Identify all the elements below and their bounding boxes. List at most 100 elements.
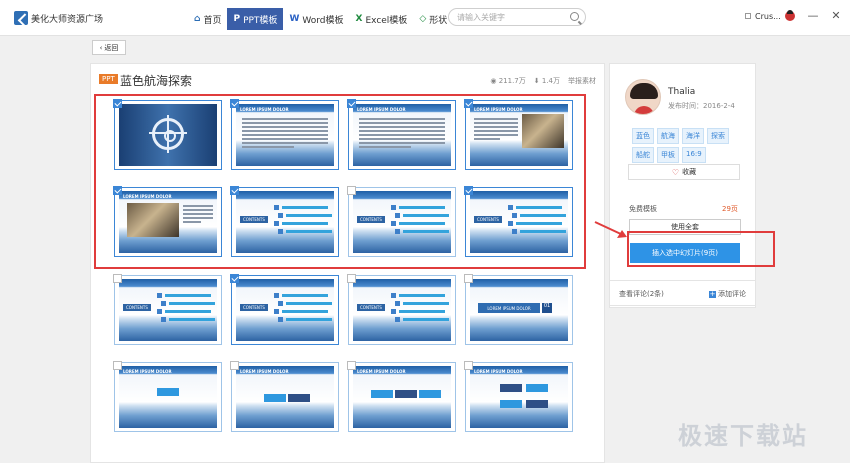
slide-checkbox[interactable] [230, 99, 239, 108]
slide-box-shape [500, 400, 522, 408]
slide-box-shape [157, 388, 179, 396]
slide-thumbnail[interactable]: LOREM IPSUM DOLOR [230, 361, 339, 432]
contents-label: CONTENTS [123, 304, 151, 311]
slide-thumbnail[interactable]: LOREM IPSUM DOLOR [113, 361, 222, 432]
slide-preview: LOREM IPSUM DOLOR 01 [470, 279, 568, 341]
slide-heading: LOREM IPSUM DOLOR [357, 369, 406, 374]
add-comment-button[interactable]: + 添加评论 [709, 289, 746, 299]
comment-bar: 查看评论(2条) + 添加评论 [609, 280, 756, 306]
slide-preview: CONTENTS [236, 279, 334, 341]
slide-checkbox[interactable] [464, 274, 473, 283]
slide-preview: CONTENTS [353, 279, 451, 341]
slide-checkbox[interactable] [347, 186, 356, 195]
tag[interactable]: 航海 [657, 128, 679, 144]
contents-bar [286, 302, 332, 305]
checkbox-icon [745, 13, 751, 19]
close-button[interactable]: ✕ [829, 9, 843, 22]
slide-checkbox[interactable] [113, 186, 122, 195]
slide-thumbnail[interactable]: LOREM IPSUM DOLOR [464, 361, 573, 432]
plus-icon: + [709, 289, 716, 298]
tag[interactable]: 海洋 [682, 128, 704, 144]
tag[interactable]: 蓝色 [632, 128, 654, 144]
slide-checkbox[interactable] [347, 99, 356, 108]
slide-box-shape [371, 390, 393, 398]
slide-thumbnail[interactable]: CONTENTS [347, 274, 456, 345]
tab-home[interactable]: ⌂ 首页 [188, 8, 227, 30]
word-icon: W [289, 14, 300, 24]
shape-icon: ◇ [419, 14, 427, 24]
tab-label: 首页 [203, 15, 222, 26]
slide-checkbox[interactable] [464, 186, 473, 195]
tag[interactable]: 探索 [707, 128, 729, 144]
contents-marker [278, 317, 283, 322]
slide-box-shape [395, 390, 417, 398]
tab-excel-templates[interactable]: X Excel模板 [350, 8, 414, 30]
tab-label: Excel模板 [365, 15, 408, 26]
slide-checkbox[interactable] [230, 361, 239, 370]
favorite-button[interactable]: ♡ 收藏 [628, 164, 740, 180]
tag[interactable]: 甲板 [657, 147, 679, 163]
slide-heading: LOREM IPSUM DOLOR [123, 369, 172, 374]
contents-bar [165, 310, 211, 313]
contents-bar [282, 310, 328, 313]
slide-preview: LOREM IPSUM DOLOR [470, 366, 568, 428]
excel-icon: X [355, 14, 363, 24]
favorite-label: 收藏 [682, 168, 697, 176]
template-stats: ◉ 211.7万 ⬇ 1.4万 举报素材 [490, 76, 596, 86]
view-comments-link[interactable]: 查看评论(2条) [619, 289, 664, 299]
slide-preview: LOREM IPSUM DOLOR [353, 366, 451, 428]
ppt-icon: P [233, 14, 241, 24]
slide-checkbox[interactable] [113, 361, 122, 370]
contents-marker [391, 309, 396, 314]
tag[interactable]: 船舵 [632, 147, 654, 163]
slide-box-shape [500, 384, 522, 392]
back-button[interactable]: ‹ 返回 [92, 40, 126, 55]
tab-label: 形状 [429, 15, 448, 26]
report-link[interactable]: 举报素材 [568, 76, 596, 86]
contents-bar [286, 318, 332, 321]
slide-preview: LOREM IPSUM DOLOR [119, 366, 217, 428]
tab-word-templates[interactable]: W Word模板 [283, 8, 349, 30]
main-nav: ⌂ 首页 P PPT模板 W Word模板 X Excel模板 ◇ 形状 [188, 8, 453, 30]
minimize-button[interactable]: — [806, 9, 820, 22]
slide-title-block: LOREM IPSUM DOLOR [478, 303, 540, 313]
slide-thumbnail[interactable]: CONTENTS [230, 274, 339, 345]
user-menu[interactable]: Crus... [745, 10, 795, 21]
tag[interactable]: 16:9 [682, 147, 706, 163]
slide-checkbox[interactable] [113, 99, 122, 108]
contents-marker [395, 317, 400, 322]
contents-marker [157, 293, 162, 298]
slide-box-shape [526, 400, 548, 408]
publish-date: 发布时间：2016-2-4 [668, 102, 735, 110]
slide-thumbnail[interactable]: LOREM IPSUM DOLOR 01 [464, 274, 573, 345]
search-input[interactable] [449, 9, 559, 25]
slide-thumbnail[interactable]: CONTENTS [113, 274, 222, 345]
top-bar: 美化大师资源广场 ⌂ 首页 P PPT模板 W Word模板 X Excel模板 ◇ 形状… [0, 0, 850, 36]
slide-checkbox[interactable] [464, 99, 473, 108]
tab-ppt-templates[interactable]: P PPT模板 [227, 8, 284, 30]
contents-bar [399, 310, 445, 313]
contents-bar [165, 294, 211, 297]
slide-checkbox[interactable] [113, 274, 122, 283]
search-icon[interactable] [570, 12, 579, 21]
contents-bar [403, 302, 449, 305]
slide-thumbnail[interactable]: LOREM IPSUM DOLOR [347, 361, 456, 432]
slide-checkbox[interactable] [464, 361, 473, 370]
free-template-label: 免费模板 [629, 205, 657, 213]
contents-marker [391, 293, 396, 298]
slide-checkbox[interactable] [230, 186, 239, 195]
app-logo-icon [14, 11, 28, 25]
slide-checkbox[interactable] [347, 361, 356, 370]
contents-marker [161, 317, 166, 322]
downloads-count: ⬇ 1.4万 [533, 77, 560, 85]
contents-marker [161, 301, 166, 306]
contents-bar [282, 294, 328, 297]
author-name[interactable]: Thalia [668, 87, 695, 97]
chevron-left-icon: ‹ [99, 43, 103, 52]
slide-checkbox[interactable] [230, 274, 239, 283]
heart-icon: ♡ [671, 167, 680, 177]
slide-checkbox[interactable] [347, 274, 356, 283]
search-box [448, 8, 586, 26]
ppt-badge: PPT [99, 74, 118, 84]
sidebar-panel: Thalia 发布时间：2016-2-4 蓝色 航海 海洋 探索 船舵 甲板 1… [609, 63, 756, 308]
